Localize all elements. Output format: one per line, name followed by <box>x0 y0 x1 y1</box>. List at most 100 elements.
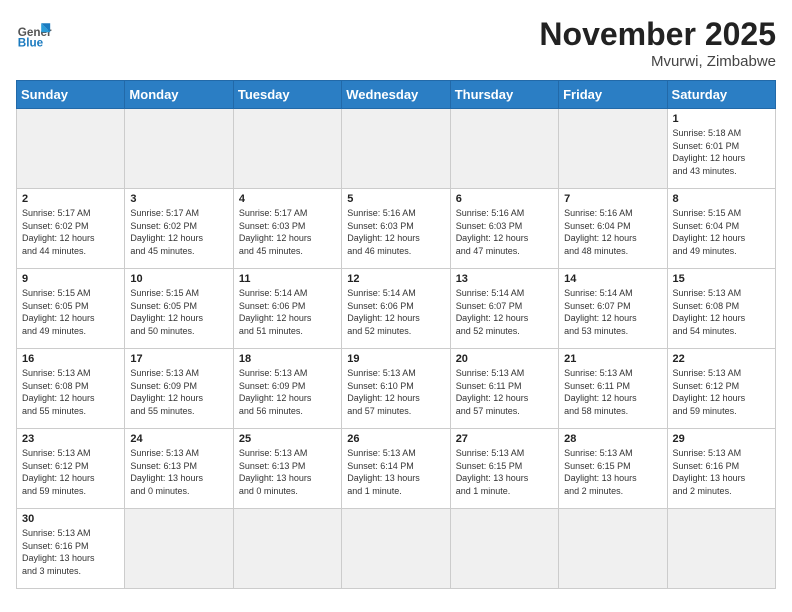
day-number: 14 <box>564 273 661 285</box>
calendar-cell: 28 Sunrise: 5:13 AM Sunset: 6:15 PM Dayli… <box>559 429 667 509</box>
calendar-cell: 20 Sunrise: 5:13 AM Sunset: 6:11 PM Dayli… <box>450 349 558 429</box>
day-info: Sunrise: 5:13 AM Sunset: 6:09 PM Dayligh… <box>130 367 227 417</box>
day-number: 28 <box>564 433 661 445</box>
weekday-header-row: Sunday Monday Tuesday Wednesday Thursday… <box>17 81 776 109</box>
calendar-cell: 22 Sunrise: 5:13 AM Sunset: 6:12 PM Dayli… <box>667 349 775 429</box>
calendar-cell <box>342 109 450 189</box>
calendar-cell <box>450 509 558 589</box>
calendar-cell <box>125 109 233 189</box>
title-area: November 2025 Mvurwi, Zimbabwe <box>539 16 776 70</box>
calendar-cell <box>342 509 450 589</box>
day-number: 8 <box>673 193 770 205</box>
day-info: Sunrise: 5:15 AM Sunset: 6:05 PM Dayligh… <box>22 287 119 337</box>
day-number: 22 <box>673 353 770 365</box>
calendar-cell: 24 Sunrise: 5:13 AM Sunset: 6:13 PM Dayli… <box>125 429 233 509</box>
day-info: Sunrise: 5:14 AM Sunset: 6:07 PM Dayligh… <box>564 287 661 337</box>
calendar-cell: 23Sunrise: 5:13 AM Sunset: 6:12 PM Dayli… <box>17 429 125 509</box>
calendar-row: 23Sunrise: 5:13 AM Sunset: 6:12 PM Dayli… <box>17 429 776 509</box>
day-number: 23 <box>22 433 119 445</box>
calendar-cell: 27Sunrise: 5:13 AM Sunset: 6:15 PM Dayli… <box>450 429 558 509</box>
day-number: 4 <box>239 193 336 205</box>
calendar-cell: 7 Sunrise: 5:16 AM Sunset: 6:04 PM Daylig… <box>559 189 667 269</box>
day-info: Sunrise: 5:16 AM Sunset: 6:03 PM Dayligh… <box>456 207 553 257</box>
day-info: Sunrise: 5:14 AM Sunset: 6:06 PM Dayligh… <box>347 287 444 337</box>
day-number: 24 <box>130 433 227 445</box>
logo-icon: General Blue <box>16 16 52 52</box>
day-number: 9 <box>22 273 119 285</box>
calendar-cell: 1Sunrise: 5:18 AM Sunset: 6:01 PM Daylig… <box>667 109 775 189</box>
calendar-cell: 4 Sunrise: 5:17 AM Sunset: 6:03 PM Daylig… <box>233 189 341 269</box>
calendar-row: 16 Sunrise: 5:13 AM Sunset: 6:08 PM Dayli… <box>17 349 776 429</box>
day-info: Sunrise: 5:13 AM Sunset: 6:08 PM Dayligh… <box>22 367 119 417</box>
header-monday: Monday <box>125 81 233 109</box>
day-number: 29 <box>673 433 770 445</box>
day-info: Sunrise: 5:14 AM Sunset: 6:06 PM Dayligh… <box>239 287 336 337</box>
calendar-cell: 13Sunrise: 5:14 AM Sunset: 6:07 PM Dayli… <box>450 269 558 349</box>
day-info: Sunrise: 5:13 AM Sunset: 6:11 PM Dayligh… <box>456 367 553 417</box>
calendar-cell <box>559 509 667 589</box>
day-info: Sunrise: 5:17 AM Sunset: 6:02 PM Dayligh… <box>22 207 119 257</box>
day-number: 16 <box>22 353 119 365</box>
day-number: 25 <box>239 433 336 445</box>
header-wednesday: Wednesday <box>342 81 450 109</box>
header-tuesday: Tuesday <box>233 81 341 109</box>
day-number: 10 <box>130 273 227 285</box>
day-number: 5 <box>347 193 444 205</box>
day-number: 12 <box>347 273 444 285</box>
day-info: Sunrise: 5:13 AM Sunset: 6:15 PM Dayligh… <box>456 447 553 497</box>
day-info: Sunrise: 5:16 AM Sunset: 6:03 PM Dayligh… <box>347 207 444 257</box>
day-info: Sunrise: 5:13 AM Sunset: 6:13 PM Dayligh… <box>239 447 336 497</box>
month-title: November 2025 <box>539 16 776 53</box>
calendar-cell: 14 Sunrise: 5:14 AM Sunset: 6:07 PM Dayli… <box>559 269 667 349</box>
logo: General Blue <box>16 16 56 52</box>
calendar-cell <box>125 509 233 589</box>
calendar-cell <box>17 109 125 189</box>
day-number: 21 <box>564 353 661 365</box>
calendar: Sunday Monday Tuesday Wednesday Thursday… <box>16 80 776 589</box>
calendar-cell: 18Sunrise: 5:13 AM Sunset: 6:09 PM Dayli… <box>233 349 341 429</box>
day-info: Sunrise: 5:13 AM Sunset: 6:10 PM Dayligh… <box>347 367 444 417</box>
calendar-cell: 3 Sunrise: 5:17 AM Sunset: 6:02 PM Daylig… <box>125 189 233 269</box>
calendar-cell <box>667 509 775 589</box>
calendar-cell: 26Sunrise: 5:13 AM Sunset: 6:14 PM Dayli… <box>342 429 450 509</box>
header-friday: Friday <box>559 81 667 109</box>
day-info: Sunrise: 5:13 AM Sunset: 6:14 PM Dayligh… <box>347 447 444 497</box>
calendar-cell: 16 Sunrise: 5:13 AM Sunset: 6:08 PM Dayli… <box>17 349 125 429</box>
day-number: 7 <box>564 193 661 205</box>
day-info: Sunrise: 5:15 AM Sunset: 6:04 PM Dayligh… <box>673 207 770 257</box>
calendar-cell: 11Sunrise: 5:14 AM Sunset: 6:06 PM Dayli… <box>233 269 341 349</box>
day-number: 15 <box>673 273 770 285</box>
calendar-row: 1Sunrise: 5:18 AM Sunset: 6:01 PM Daylig… <box>17 109 776 189</box>
day-info: Sunrise: 5:13 AM Sunset: 6:12 PM Dayligh… <box>673 367 770 417</box>
calendar-cell: 30 Sunrise: 5:13 AM Sunset: 6:16 PM Dayli… <box>17 509 125 589</box>
calendar-cell <box>233 109 341 189</box>
calendar-cell: 9 Sunrise: 5:15 AM Sunset: 6:05 PM Daylig… <box>17 269 125 349</box>
location: Mvurwi, Zimbabwe <box>539 53 776 70</box>
day-info: Sunrise: 5:17 AM Sunset: 6:03 PM Dayligh… <box>239 207 336 257</box>
page-header: General Blue November 2025 Mvurwi, Zimba… <box>16 16 776 70</box>
day-info: Sunrise: 5:15 AM Sunset: 6:05 PM Dayligh… <box>130 287 227 337</box>
calendar-cell: 8 Sunrise: 5:15 AM Sunset: 6:04 PM Daylig… <box>667 189 775 269</box>
calendar-cell <box>233 509 341 589</box>
day-info: Sunrise: 5:13 AM Sunset: 6:13 PM Dayligh… <box>130 447 227 497</box>
day-info: Sunrise: 5:16 AM Sunset: 6:04 PM Dayligh… <box>564 207 661 257</box>
header-saturday: Saturday <box>667 81 775 109</box>
day-info: Sunrise: 5:17 AM Sunset: 6:02 PM Dayligh… <box>130 207 227 257</box>
calendar-cell: 25 Sunrise: 5:13 AM Sunset: 6:13 PM Dayli… <box>233 429 341 509</box>
calendar-row: 2Sunrise: 5:17 AM Sunset: 6:02 PM Daylig… <box>17 189 776 269</box>
day-info: Sunrise: 5:13 AM Sunset: 6:16 PM Dayligh… <box>22 527 119 577</box>
day-info: Sunrise: 5:13 AM Sunset: 6:11 PM Dayligh… <box>564 367 661 417</box>
calendar-cell: 12 Sunrise: 5:14 AM Sunset: 6:06 PM Dayli… <box>342 269 450 349</box>
day-info: Sunrise: 5:13 AM Sunset: 6:15 PM Dayligh… <box>564 447 661 497</box>
day-info: Sunrise: 5:13 AM Sunset: 6:08 PM Dayligh… <box>673 287 770 337</box>
day-number: 3 <box>130 193 227 205</box>
header-sunday: Sunday <box>17 81 125 109</box>
day-number: 20 <box>456 353 553 365</box>
calendar-cell: 15 Sunrise: 5:13 AM Sunset: 6:08 PM Dayli… <box>667 269 775 349</box>
calendar-cell: 21 Sunrise: 5:13 AM Sunset: 6:11 PM Dayli… <box>559 349 667 429</box>
day-number: 30 <box>22 513 119 525</box>
calendar-cell <box>559 109 667 189</box>
calendar-cell: 19Sunrise: 5:13 AM Sunset: 6:10 PM Dayli… <box>342 349 450 429</box>
day-number: 18 <box>239 353 336 365</box>
calendar-cell: 2Sunrise: 5:17 AM Sunset: 6:02 PM Daylig… <box>17 189 125 269</box>
